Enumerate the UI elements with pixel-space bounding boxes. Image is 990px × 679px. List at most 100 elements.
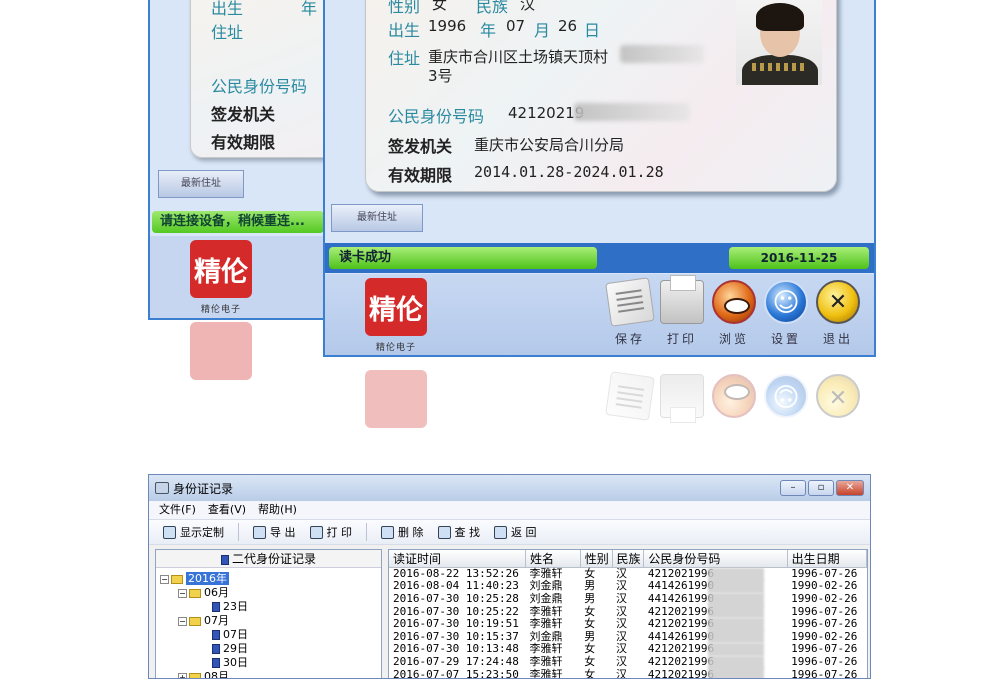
read-status: 读卡成功: [329, 247, 597, 269]
settings-button[interactable]: 设置: [763, 280, 809, 347]
column-gender[interactable]: 性别: [580, 550, 613, 568]
records-table: 读证时间 姓名 性别 民族 公民身份号码 出生日期 2016-08-22 13:…: [388, 549, 868, 679]
tree-node-day-29[interactable]: 29日: [212, 642, 248, 656]
month-unit: 月: [534, 21, 551, 40]
menu-view[interactable]: 查看(V): [208, 501, 246, 519]
cell-ethnicity: 汉: [616, 642, 628, 656]
minimize-button[interactable]: –: [780, 480, 806, 496]
cell-time: 2016-07-30 10:13:48: [393, 642, 519, 656]
cell-birth: 1996-07-26: [791, 617, 858, 631]
tree-day-23-label: 23日: [223, 600, 248, 613]
cell-name: 李雅轩: [529, 604, 563, 618]
address-line2: 3号: [428, 67, 453, 85]
tree-node-day-23[interactable]: 23日: [212, 600, 248, 614]
cell-ethnicity: 汉: [616, 667, 628, 679]
cell-id: 4212021996: [644, 568, 787, 581]
print-button-dialog[interactable]: 打 印: [309, 524, 352, 540]
table-row[interactable]: 2016-07-30 10:15:37 刘金鼎男汉 4414261990 1990-0…: [389, 630, 867, 643]
action-toolbar: 保存 打印 浏览 设置 退出: [605, 275, 861, 347]
display-custom-button[interactable]: 显示定制: [163, 524, 224, 540]
window-controls: – ▫ ✕: [780, 480, 864, 496]
cell-ethnicity: 汉: [616, 567, 628, 581]
cell-time: 2016-07-07 15:23:50: [393, 667, 519, 679]
table-row[interactable]: 2016-07-30 10:25:28 刘金鼎 男 汉 4414261990 1990-0…: [389, 593, 867, 606]
back-button[interactable]: 返 回: [494, 524, 537, 540]
back-latest-address-button[interactable]: 最新住址: [158, 170, 244, 198]
cell-birth: 1996-07-26: [791, 567, 858, 581]
tree-node-month-08[interactable]: +08月: [178, 670, 229, 678]
folder-icon: [189, 588, 201, 598]
tree-node-month-07[interactable]: −07月: [178, 614, 229, 628]
id-card-panel: 性别 女 民族 汉 出生 1996 年 07 月 26 日 住址 重庆市合川区土…: [365, 0, 837, 192]
cell-time: 2016-07-30 10:25:28: [393, 591, 519, 605]
cell-id: 4414261990: [644, 580, 787, 593]
table-row[interactable]: 2016-07-30 10:25:22 李雅轩 女 汉 4212021996 1996-0…: [389, 605, 867, 618]
record-icon: [220, 554, 229, 565]
eye-icon: [712, 280, 756, 324]
cell-birth: 1996-07-26: [791, 667, 858, 679]
tree-month-07-label: 07月: [204, 614, 229, 627]
tree-node-day-07[interactable]: 07日: [212, 628, 248, 642]
tree-year-label: 2016年: [186, 572, 229, 585]
menu-help[interactable]: 帮助(H): [258, 501, 297, 519]
record-icon: [212, 658, 220, 668]
browse-label: 浏览: [718, 332, 749, 346]
record-tree: 二代身份证记录 −2016年 −06月 23日 −07月 07日 29日 30日…: [155, 549, 382, 678]
table-row[interactable]: 2016-08-04 11:40:23 刘金鼎 男 汉 4414261990 1990-0…: [389, 580, 867, 593]
table-row[interactable]: 2016-07-30 10:13:48 李雅轩 女 汉 4212021996 1996-0…: [389, 643, 867, 656]
toolbar-separator: [238, 523, 239, 541]
birth-label: 出生: [388, 21, 421, 40]
column-id-number[interactable]: 公民身份号码: [643, 550, 788, 568]
folder-icon: [189, 672, 201, 678]
column-birth-date[interactable]: 出生日期: [787, 550, 867, 568]
tree-day-29-label: 29日: [223, 642, 248, 655]
cell-id: 4212021996: [644, 605, 787, 618]
folder-icon: [189, 616, 201, 626]
tree-node-year[interactable]: −2016年: [160, 572, 229, 586]
exit-label: 退出: [822, 332, 853, 346]
settings-label: 设置: [770, 332, 801, 346]
close-button[interactable]: ✕: [836, 480, 864, 496]
delete-button[interactable]: 删 除: [381, 524, 424, 540]
person-icon: [764, 280, 808, 324]
grid-icon: [163, 525, 176, 539]
portrait-photo: [736, 0, 822, 85]
cell-birth: 1990-02-26: [791, 591, 858, 605]
app-icon: [155, 482, 169, 494]
export-button[interactable]: 导 出: [253, 524, 296, 540]
dialog-titlebar[interactable]: 身份证记录 – ▫ ✕: [149, 475, 870, 501]
table-row[interactable]: 2016-07-29 17:24:48 李雅轩 女 汉 4212021996 1996-0…: [389, 656, 867, 669]
table-row[interactable]: 2016-07-30 10:19:51 李雅轩 女 汉 4212021996 1996-0…: [389, 618, 867, 631]
column-ethnicity[interactable]: 民族: [612, 550, 645, 568]
save-icon: [605, 277, 655, 327]
exit-button[interactable]: 退出: [815, 280, 861, 347]
table-row[interactable]: 2016-08-22 13:52:26 李雅轩女汉 4212021996 1996-0…: [389, 568, 867, 581]
authority-label: 签发机关: [388, 137, 453, 156]
cell-time: 2016-07-30 10:19:51: [393, 617, 519, 631]
browse-button[interactable]: 浏览: [711, 280, 757, 347]
menu-file[interactable]: 文件(F): [159, 501, 196, 519]
cell-gender: 男: [584, 579, 596, 593]
tree-day-07-label: 07日: [223, 628, 248, 641]
back-reader-window: 出生 年 住址 公民身份号码 签发机关 有效期限 最新住址 请连接设备，稍候重连…: [148, 0, 328, 320]
save-button[interactable]: 保存: [605, 277, 655, 347]
back-status-bar: 请连接设备，稍候重连...: [152, 211, 324, 233]
validity-value: 2014.01.28-2024.01.28: [474, 163, 664, 181]
tree-node-month-06[interactable]: −06月: [178, 586, 229, 600]
find-button[interactable]: 查 找: [437, 524, 480, 540]
tree-node-day-30[interactable]: 30日: [212, 656, 248, 670]
address-line1: 重庆市合川区土场镇天顶村: [428, 48, 609, 66]
cell-gender: 女: [584, 617, 596, 631]
id-number-value: 42120219: [508, 104, 585, 122]
record-icon: [212, 644, 220, 654]
column-name[interactable]: 姓名: [525, 550, 581, 568]
maximize-button[interactable]: ▫: [808, 480, 834, 496]
latest-address-button[interactable]: 最新住址: [331, 204, 423, 232]
main-reflection: [325, 360, 874, 440]
print-button[interactable]: 打印: [659, 275, 705, 347]
year-unit: 年: [480, 21, 497, 40]
table-row[interactable]: 2016-07-07 15:23:50 李雅轩 女 汉 4212021996 1996-0…: [389, 667, 867, 679]
ethnicity-value: 汉: [520, 0, 536, 13]
column-read-time[interactable]: 读证时间: [389, 550, 527, 568]
id-redaction: [574, 103, 690, 121]
